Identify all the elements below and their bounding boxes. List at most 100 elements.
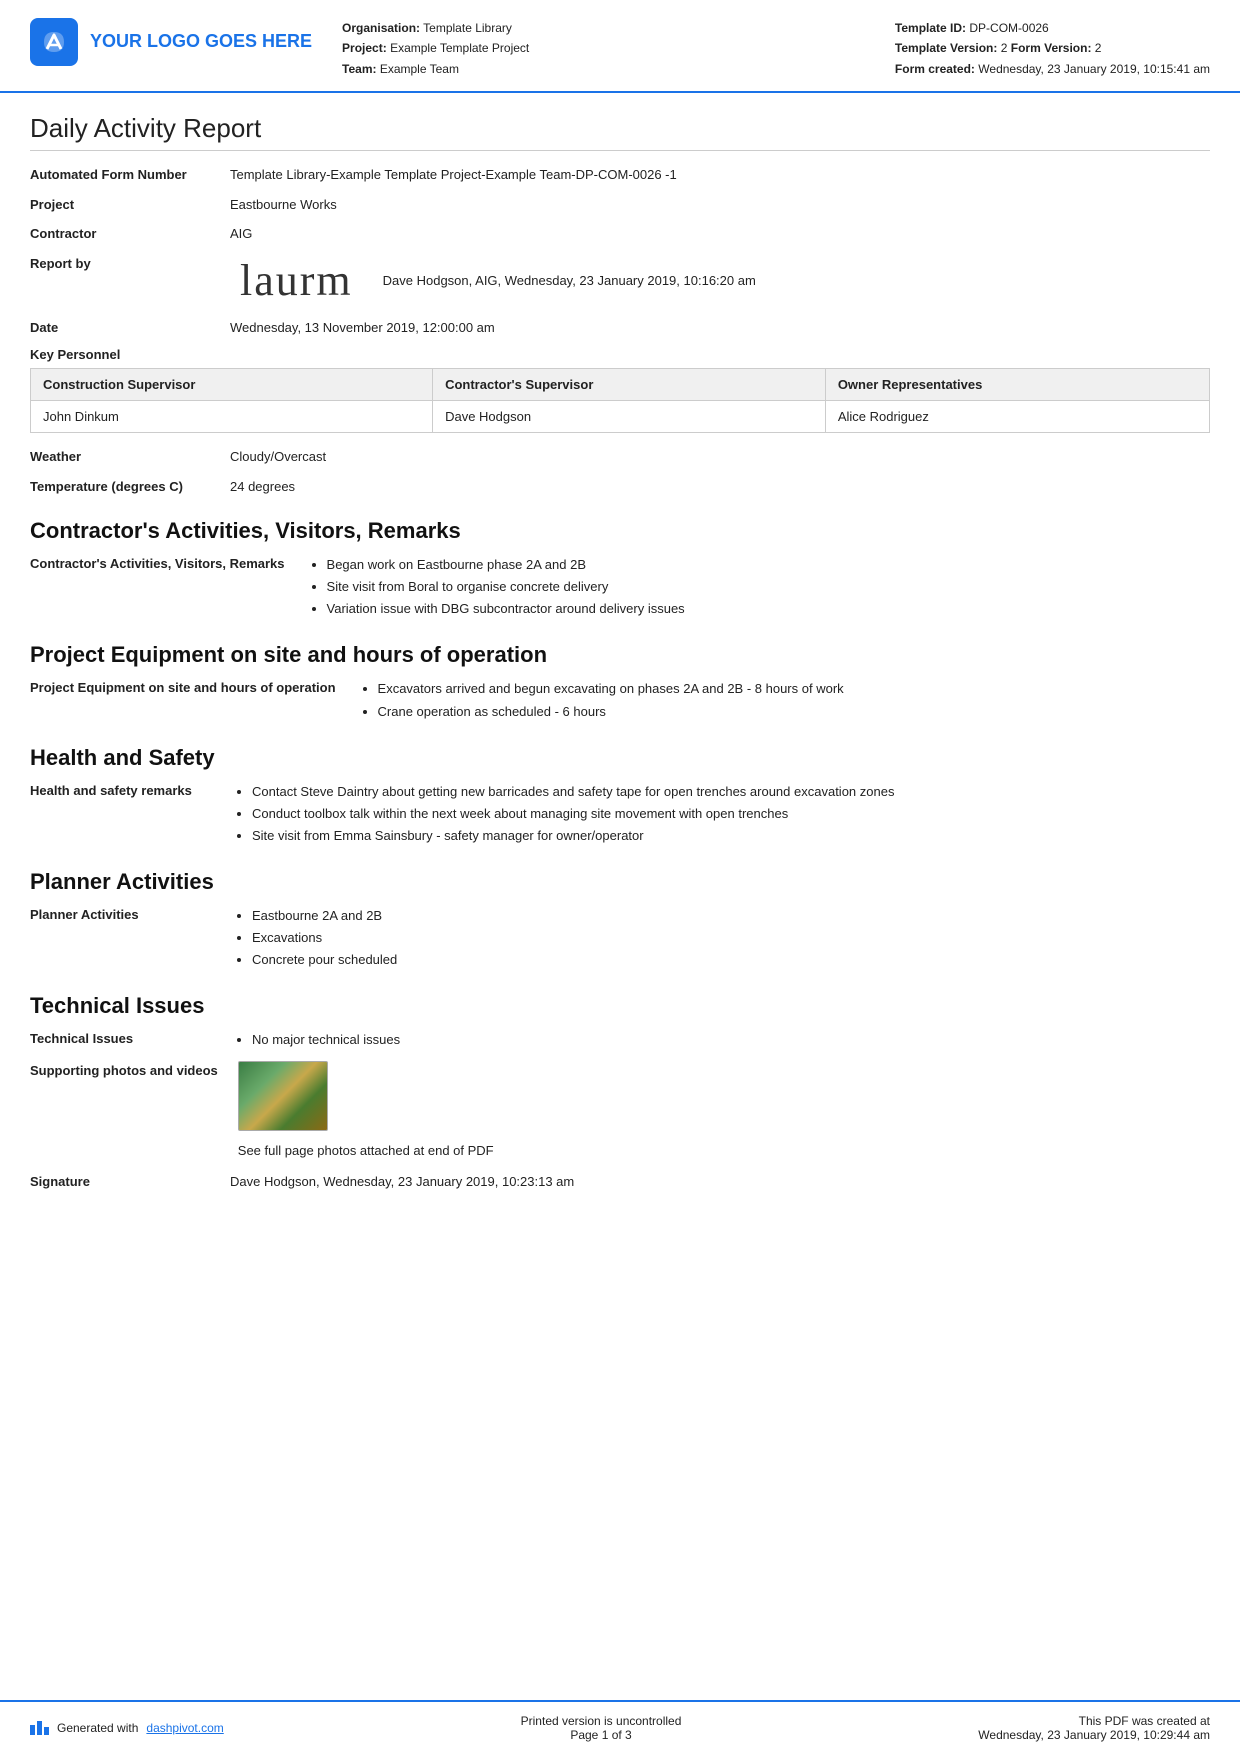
footer-right-line2: Wednesday, 23 January 2019, 10:29:44 am [978,1728,1210,1742]
org-row: Organisation: Template Library [342,18,895,38]
list-item: Began work on Eastbourne phase 2A and 2B [327,554,1210,576]
template-version-row: Template Version: 2 Form Version: 2 [895,38,1210,58]
list-item: Contact Steve Daintry about getting new … [252,781,1210,803]
row1-col3: Alice Rodriguez [825,401,1209,433]
header-right: Template ID: DP-COM-0026 Template Versio… [895,18,1210,79]
dashpivot-link[interactable]: dashpivot.com [146,1721,223,1735]
contractor-label: Contractor [30,224,230,244]
template-id-row: Template ID: DP-COM-0026 [895,18,1210,38]
key-personnel-heading: Key Personnel [30,347,1210,362]
template-id-label: Template ID: [895,21,966,35]
personnel-table: Construction Supervisor Contractor's Sup… [30,368,1210,433]
temperature-label: Temperature (degrees C) [30,477,230,497]
contractors-activities-title: Contractor's Activities, Visitors, Remar… [30,518,1210,544]
health-safety-label: Health and safety remarks [30,781,230,802]
signature-area: laurm Dave Hodgson, AIG, Wednesday, 23 J… [230,254,1210,308]
key-personnel-section: Key Personnel Construction Supervisor Co… [30,347,1210,433]
health-safety-field: Health and safety remarks Contact Steve … [30,781,1210,847]
footer-right: This PDF was created at Wednesday, 23 Ja… [978,1714,1210,1742]
photo-thumbnail [238,1061,328,1131]
report-title: Daily Activity Report [30,113,1210,151]
page: YOUR LOGO GOES HERE Organisation: Templa… [0,0,1240,1754]
project-label: Project: [342,41,387,55]
signature-value: Dave Hodgson, Wednesday, 23 January 2019… [230,1172,1210,1192]
date-row: Date Wednesday, 13 November 2019, 12:00:… [30,318,1210,338]
report-by-text: Dave Hodgson, AIG, Wednesday, 23 January… [383,271,756,291]
planner-activities-field: Planner Activities Eastbourne 2A and 2B … [30,905,1210,971]
footer: Generated with dashpivot.com Printed ver… [0,1700,1240,1754]
team-label: Team: [342,62,376,76]
main-content: Daily Activity Report Automated Form Num… [0,93,1240,1700]
photos-label: Supporting photos and videos [30,1061,238,1081]
contractors-activities-label: Contractor's Activities, Visitors, Remar… [30,554,305,575]
project-row: Project: Example Template Project [342,38,895,58]
footer-center-line1: Printed version is uncontrolled [521,1714,682,1728]
form-number-value: Template Library-Example Template Projec… [230,165,1210,185]
logo-text: YOUR LOGO GOES HERE [90,31,312,53]
col1-header: Construction Supervisor [31,369,433,401]
signature-image: laurm [230,254,363,308]
weather-row: Weather Cloudy/Overcast [30,447,1210,467]
footer-center: Printed version is uncontrolled Page 1 o… [521,1714,682,1742]
project-equipment-label: Project Equipment on site and hours of o… [30,678,356,699]
row1-col1: John Dinkum [31,401,433,433]
project-equipment-field: Project Equipment on site and hours of o… [30,678,1210,722]
list-item: Site visit from Emma Sainsbury - safety … [252,825,1210,847]
footer-right-line1: This PDF was created at [978,1714,1210,1728]
project-field-label: Project [30,195,230,215]
technical-issues-title: Technical Issues [30,993,1210,1019]
weather-label: Weather [30,447,230,467]
planner-activities-label: Planner Activities [30,905,230,926]
bar1 [30,1725,35,1735]
project-equipment-title: Project Equipment on site and hours of o… [30,642,1210,668]
project-equipment-list: Excavators arrived and begun excavating … [356,678,1210,722]
generated-text: Generated with [57,1721,138,1735]
report-by-value: laurm Dave Hodgson, AIG, Wednesday, 23 J… [230,254,1210,308]
photos-row: Supporting photos and videos See full pa… [30,1061,1210,1160]
col3-header: Owner Representatives [825,369,1209,401]
temperature-value: 24 degrees [230,477,1210,497]
list-item: Site visit from Boral to organise concre… [327,576,1210,598]
contractor-row: Contractor AIG [30,224,1210,244]
contractors-activities-list: Began work on Eastbourne phase 2A and 2B… [305,554,1210,620]
team-row: Team: Example Team [342,59,895,79]
technical-issues-label: Technical Issues [30,1029,230,1050]
logo-icon [30,18,78,66]
template-id-value: DP-COM-0026 [969,21,1048,35]
form-version-value: 2 [1095,41,1102,55]
technical-issues-list: No major technical issues [230,1029,1210,1051]
header: YOUR LOGO GOES HERE Organisation: Templa… [0,0,1240,93]
date-label: Date [30,318,230,338]
report-by-row: Report by laurm Dave Hodgson, AIG, Wedne… [30,254,1210,308]
list-item: Excavators arrived and begun excavating … [378,678,1210,700]
technical-issues-field: Technical Issues No major technical issu… [30,1029,1210,1051]
list-item: Excavations [252,927,1210,949]
list-item: Eastbourne 2A and 2B [252,905,1210,927]
date-value: Wednesday, 13 November 2019, 12:00:00 am [230,318,1210,338]
photos-caption: See full page photos attached at end of … [238,1141,1210,1161]
form-created-value: Wednesday, 23 January 2019, 10:15:41 am [978,62,1210,76]
form-created-label: Form created: [895,62,975,76]
col2-header: Contractor's Supervisor [433,369,826,401]
footer-left: Generated with dashpivot.com [30,1721,224,1735]
list-item: Concrete pour scheduled [252,949,1210,971]
temperature-row: Temperature (degrees C) 24 degrees [30,477,1210,497]
row1-col2: Dave Hodgson [433,401,826,433]
dashpivot-logo-icon [30,1721,49,1735]
org-value: Template Library [423,21,512,35]
team-value: Example Team [380,62,459,76]
photos-value: See full page photos attached at end of … [238,1061,1210,1160]
health-safety-list: Contact Steve Daintry about getting new … [230,781,1210,847]
table-row: John Dinkum Dave Hodgson Alice Rodriguez [31,401,1210,433]
footer-page-number: Page 1 of 3 [521,1728,682,1742]
form-created-row: Form created: Wednesday, 23 January 2019… [895,59,1210,79]
planner-activities-list: Eastbourne 2A and 2B Excavations Concret… [230,905,1210,971]
health-safety-title: Health and Safety [30,745,1210,771]
form-number-row: Automated Form Number Template Library-E… [30,165,1210,185]
contractor-value: AIG [230,224,1210,244]
bar2 [37,1721,42,1735]
list-item: Crane operation as scheduled - 6 hours [378,701,1210,723]
list-item: Conduct toolbox talk within the next wee… [252,803,1210,825]
template-version-value: 2 [1001,41,1008,55]
project-field-value: Eastbourne Works [230,195,1210,215]
